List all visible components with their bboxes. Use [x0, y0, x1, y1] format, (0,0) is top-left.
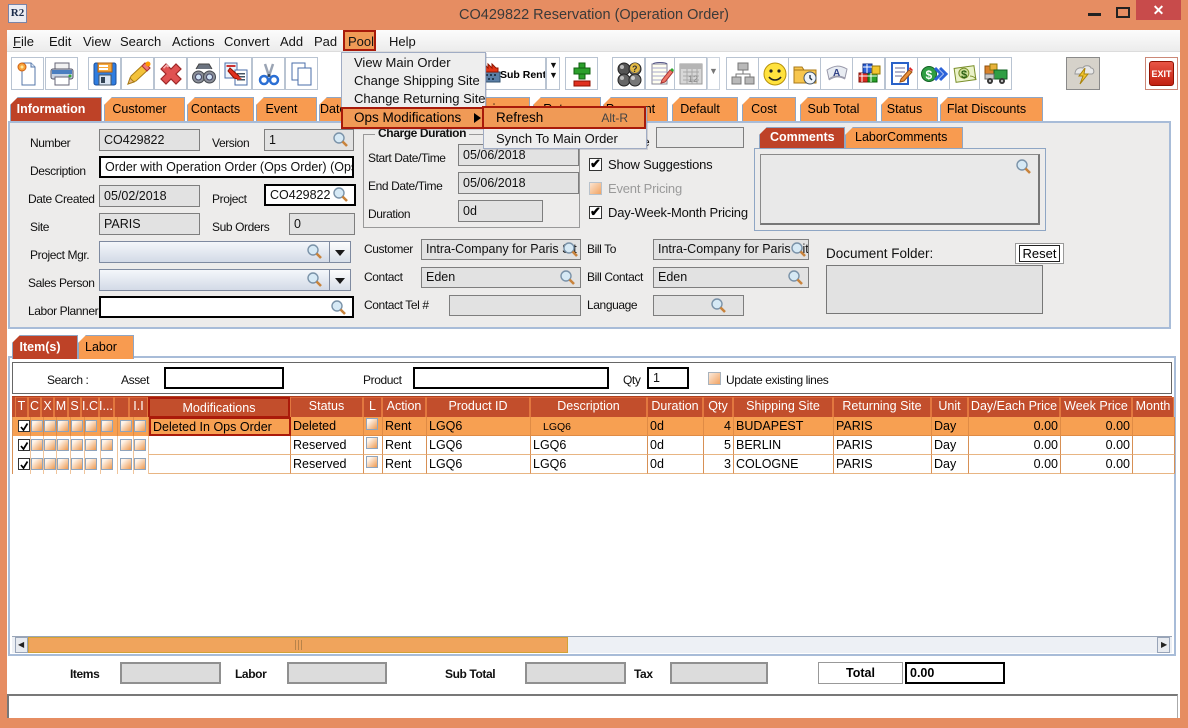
svg-text:Sub Rent: Sub Rent [500, 69, 545, 81]
svg-text:?: ? [632, 64, 638, 74]
svg-text:$: $ [961, 69, 967, 81]
svg-text:12: 12 [688, 74, 698, 84]
svg-text:$: $ [926, 68, 933, 82]
